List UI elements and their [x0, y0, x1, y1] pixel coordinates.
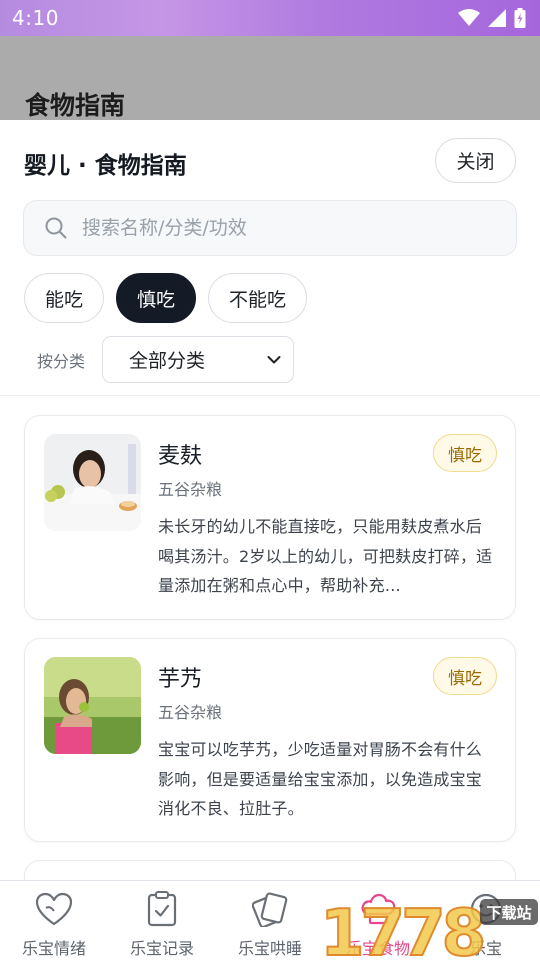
food-category: 五谷杂粮	[158, 480, 223, 499]
signal-icon	[488, 9, 506, 27]
nav-item-mood[interactable]: 乐宝情绪	[0, 881, 108, 960]
status-time: 4:10	[12, 6, 59, 30]
food-thumbnail	[44, 434, 141, 531]
cards-icon	[250, 889, 290, 929]
status-badge: 慎吃	[433, 657, 497, 695]
food-thumbnail	[44, 657, 141, 754]
nav-label: 乐宝食物	[345, 939, 410, 958]
nav-item-food[interactable]: 乐宝食物	[324, 881, 432, 960]
food-category: 五谷杂粮	[158, 703, 223, 722]
nav-label: 乐宝情绪	[21, 939, 86, 958]
wifi-icon	[458, 9, 480, 26]
food-guide-sheet: 婴儿 · 食物指南 关闭 能吃 慎吃 不能吃 按分类 全部分类	[0, 120, 540, 960]
search-input[interactable]	[82, 217, 482, 239]
nav-label: 乐宝	[469, 939, 502, 958]
search-icon	[45, 217, 67, 239]
clipboard-check-icon	[142, 889, 182, 929]
chevron-down-icon	[267, 355, 281, 363]
face-icon	[466, 889, 506, 929]
nav-label: 乐宝记录	[129, 939, 194, 958]
category-filter-label: 按分类	[37, 352, 86, 371]
food-card[interactable]: 麦麸 五谷杂粮 慎吃 未长牙的幼儿不能直接吃，只能用麸皮煮水后喝其汤汁。2岁以上…	[24, 415, 516, 620]
backdrop[interactable]: 食物指南	[0, 36, 540, 120]
food-description: 未长牙的幼儿不能直接吃，只能用麸皮煮水后喝其汤汁。2岁以上的幼儿，可把麸皮打碎，…	[158, 517, 493, 595]
food-name: 芋艿	[158, 667, 203, 692]
close-button[interactable]: 关闭	[435, 138, 516, 183]
bottom-nav: 乐宝情绪 乐宝记录 乐宝哄睡 乐宝食物 乐宝	[0, 880, 540, 960]
food-card[interactable]: 芋艿 五谷杂粮 慎吃 宝宝可以吃芋艿，少吃适量对胃肠不会有什么影响，但是要适量给…	[24, 638, 516, 842]
battery-icon	[514, 8, 526, 28]
food-description: 宝宝可以吃芋艿，少吃适量对胃肠不会有什么影响，但是要适量给宝宝添加，以免造成宝宝…	[158, 740, 483, 818]
backdrop-page-title: 食物指南	[25, 91, 126, 120]
nav-item-sleep[interactable]: 乐宝哄睡	[216, 881, 324, 960]
nav-item-profile[interactable]: 乐宝	[432, 881, 540, 960]
status-badge: 慎吃	[433, 434, 497, 472]
category-select[interactable]: 全部分类	[102, 336, 294, 383]
status-icons	[458, 8, 526, 28]
sheet-title: 婴儿 · 食物指南	[24, 153, 187, 179]
chip-caution[interactable]: 慎吃	[116, 273, 197, 323]
category-select-value: 全部分类	[129, 350, 206, 372]
status-bar: 4:10	[0, 0, 540, 36]
chip-cannot-eat[interactable]: 不能吃	[208, 273, 308, 323]
divider	[0, 395, 540, 396]
nav-label: 乐宝哄睡	[237, 939, 302, 958]
food-name: 麦麸	[158, 444, 203, 469]
nav-item-record[interactable]: 乐宝记录	[108, 881, 216, 960]
heart-icon	[34, 889, 74, 929]
search-bar[interactable]	[23, 200, 517, 256]
chef-hat-icon	[358, 889, 398, 929]
status-chips: 能吃 慎吃 不能吃	[24, 273, 308, 323]
chip-can-eat[interactable]: 能吃	[24, 273, 105, 323]
